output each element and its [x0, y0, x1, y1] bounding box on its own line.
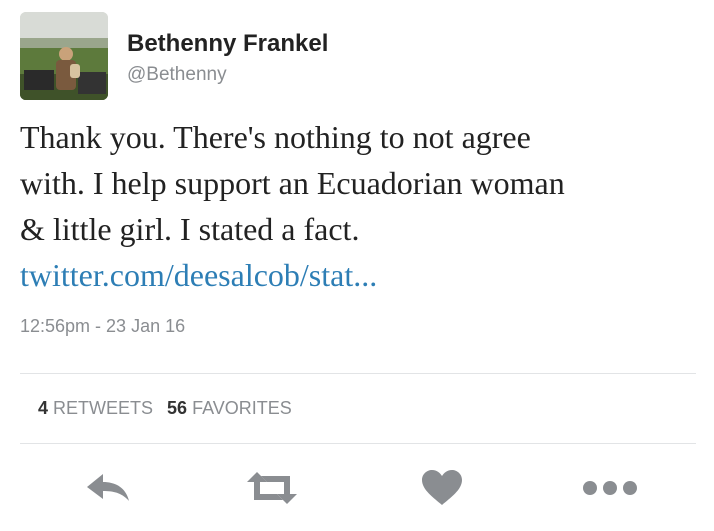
- tweet-text: Thank you. There's nothing to not agree …: [20, 114, 700, 298]
- favorites-count: 56: [167, 398, 188, 418]
- favorites-label: FAVORITES: [192, 398, 292, 418]
- tweet-stats: 4 RETWEETS 56 FAVORITES: [38, 398, 292, 419]
- favorite-button[interactable]: [412, 460, 472, 516]
- retweet-button[interactable]: [242, 460, 302, 516]
- retweets-stat[interactable]: 4 RETWEETS: [38, 398, 153, 418]
- tweet-header: Bethenny Frankel @Bethenny: [20, 12, 680, 102]
- favorites-stat[interactable]: 56 FAVORITES: [167, 398, 292, 418]
- reply-button[interactable]: [78, 460, 138, 516]
- handle[interactable]: @Bethenny: [127, 64, 227, 86]
- more-button[interactable]: [580, 460, 640, 516]
- reply-icon: [87, 474, 129, 501]
- retweets-label: RETWEETS: [53, 398, 154, 418]
- action-bar: [0, 460, 714, 520]
- retweet-icon: [247, 472, 297, 504]
- avatar-photo: [20, 12, 108, 100]
- retweets-count: 4: [38, 398, 49, 418]
- timestamp[interactable]: 12:56pm - 23 Jan 16: [20, 316, 185, 337]
- tweet-text-line: with. I help support an Ecuadorian woman: [20, 165, 565, 201]
- divider: [20, 443, 696, 444]
- divider: [20, 373, 696, 374]
- more-icon: [583, 481, 637, 495]
- tweet-text-line: & little girl. I stated a fact.: [20, 211, 360, 247]
- display-name[interactable]: Bethenny Frankel: [127, 30, 328, 58]
- tweet-text-line: Thank you. There's nothing to not agree: [20, 119, 531, 155]
- tweet-link[interactable]: twitter.com/deesalcob/stat...: [20, 252, 700, 298]
- heart-icon: [422, 470, 462, 505]
- avatar[interactable]: [20, 12, 108, 100]
